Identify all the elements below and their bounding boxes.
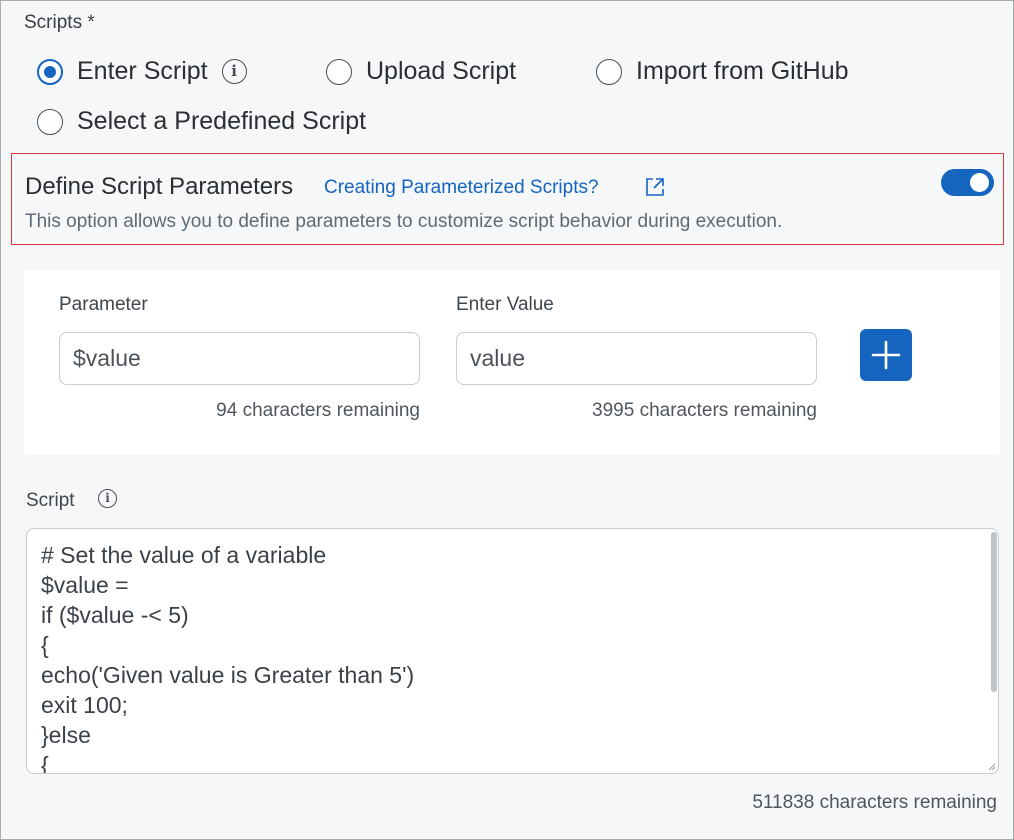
parameter-input[interactable] <box>59 332 420 385</box>
radio-predefined-script[interactable]: Select a Predefined Script <box>37 107 366 136</box>
script-line: if ($value -< 5) <box>41 602 189 628</box>
script-editor[interactable]: # Set the value of a variable $value = i… <box>26 528 999 774</box>
radio-label: Import from GitHub <box>636 57 849 85</box>
script-label: Script <box>26 490 75 511</box>
script-scrollbar[interactable] <box>991 532 997 692</box>
value-counter: 3995 characters remaining <box>592 400 817 421</box>
radio-circle[interactable] <box>326 58 352 85</box>
script-line: }else <box>41 722 91 748</box>
radio-label: Select a Predefined Script <box>77 107 367 135</box>
radio-label: Upload Script <box>366 57 517 85</box>
script-counter: 511838 characters remaining <box>752 792 997 813</box>
script-line: exit 100; <box>41 692 128 718</box>
scripts-panel: Scripts * Enter Script i Upload Script I… <box>0 0 1014 840</box>
scripts-label: Scripts * <box>24 12 95 33</box>
radio-upload-script[interactable]: Upload Script <box>326 57 516 86</box>
add-parameter-button[interactable] <box>860 329 912 381</box>
script-line: # Set the value of a variable <box>41 542 327 568</box>
radio-enter-script[interactable]: Enter Script i <box>37 57 247 86</box>
script-line: $value = <box>41 572 129 598</box>
script-line: echo('Given value is Greater than 5') <box>41 662 415 688</box>
radio-label: Enter Script <box>77 57 208 85</box>
radio-circle-checked[interactable] <box>37 58 63 85</box>
radio-circle[interactable] <box>596 58 622 85</box>
define-parameters-section: Define Script Parameters Creating Parame… <box>11 153 1004 245</box>
info-icon[interactable]: i <box>221 59 247 84</box>
script-line: { <box>41 752 49 774</box>
resize-grip-icon[interactable] <box>988 763 996 771</box>
parameter-card: Parameter 94 characters remaining Enter … <box>24 270 1000 455</box>
plus-icon <box>871 340 901 370</box>
script-line: { <box>41 632 49 658</box>
value-input[interactable] <box>456 332 817 385</box>
radio-circle[interactable] <box>37 108 63 135</box>
parameterized-scripts-link[interactable]: Creating Parameterized Scripts? <box>324 177 599 199</box>
parameter-counter: 94 characters remaining <box>216 400 420 421</box>
radio-import-github[interactable]: Import from GitHub <box>596 57 849 86</box>
define-parameters-title: Define Script Parameters <box>25 173 294 200</box>
external-link-icon[interactable] <box>645 177 665 197</box>
value-label: Enter Value <box>456 294 554 315</box>
define-parameters-description: This option allows you to define paramet… <box>25 211 783 232</box>
info-icon[interactable]: i <box>98 489 117 508</box>
parameter-label: Parameter <box>59 294 148 315</box>
define-parameters-toggle[interactable] <box>941 169 994 196</box>
